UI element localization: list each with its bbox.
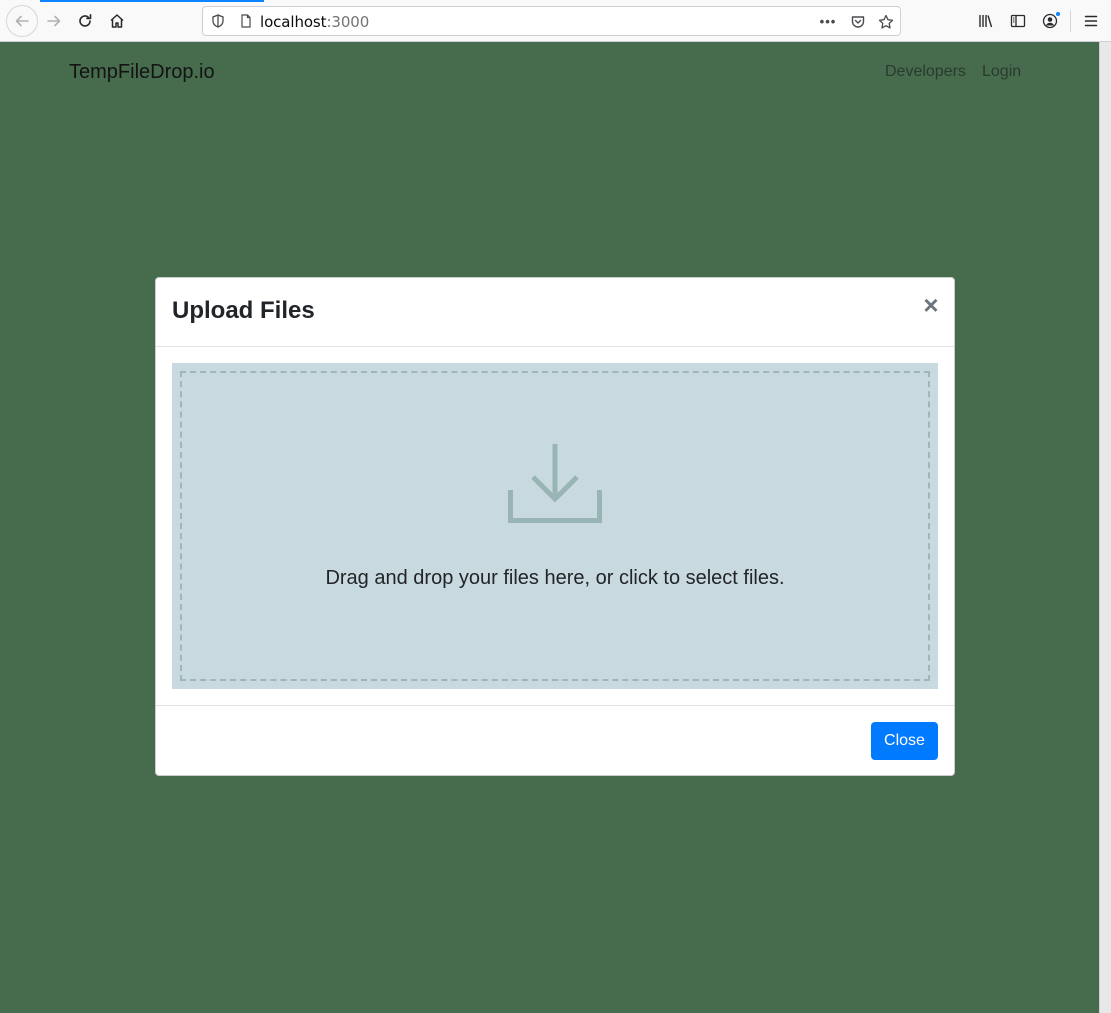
forward-button[interactable] bbox=[40, 7, 68, 35]
url-port: :3000 bbox=[326, 13, 370, 31]
dropzone-dashed-border bbox=[180, 371, 930, 681]
library-icon bbox=[979, 15, 993, 28]
nav-link-developers[interactable]: Developers bbox=[885, 63, 966, 81]
modal-footer: Close bbox=[156, 705, 954, 775]
page-scrollbar[interactable] bbox=[1099, 42, 1111, 1013]
nav-link-login[interactable]: Login bbox=[982, 63, 1021, 81]
star-icon[interactable] bbox=[877, 13, 895, 31]
account-button[interactable] bbox=[1036, 7, 1064, 35]
close-button[interactable]: Close bbox=[871, 722, 938, 760]
active-tab-indicator bbox=[40, 0, 264, 2]
sidebar-button[interactable] bbox=[1004, 7, 1032, 35]
upload-modal: Upload Files × Drag and drop your files … bbox=[155, 277, 955, 776]
arrow-right-icon bbox=[47, 15, 61, 27]
reload-button[interactable] bbox=[71, 7, 99, 35]
hamburger-menu-icon bbox=[1084, 15, 1098, 27]
modal-header: Upload Files × bbox=[156, 278, 954, 347]
back-button[interactable] bbox=[6, 5, 38, 37]
home-icon bbox=[110, 14, 124, 28]
download-icon bbox=[508, 444, 602, 523]
dropzone-instructions: Drag and drop your files here, or click … bbox=[325, 567, 785, 589]
sidebar-icon bbox=[1010, 14, 1026, 28]
library-button[interactable] bbox=[972, 7, 1000, 35]
notification-badge bbox=[1055, 11, 1061, 17]
modal-title: Upload Files bbox=[172, 297, 315, 324]
close-icon[interactable]: × bbox=[920, 292, 942, 318]
file-dropzone[interactable]: Drag and drop your files here, or click … bbox=[172, 363, 938, 689]
page-icon bbox=[241, 14, 251, 28]
reload-icon bbox=[79, 14, 92, 27]
menu-button[interactable] bbox=[1077, 7, 1105, 35]
shield-icon[interactable] bbox=[211, 14, 225, 28]
home-button[interactable] bbox=[103, 7, 131, 35]
url-host: localhost bbox=[260, 13, 327, 31]
more-dots-icon[interactable]: ••• bbox=[819, 12, 837, 30]
site-navbar: TempFileDrop.io Developers Login bbox=[0, 42, 1099, 102]
url-text[interactable]: localhost:3000 bbox=[260, 13, 369, 31]
site-brand[interactable]: TempFileDrop.io bbox=[69, 61, 215, 84]
toolbar-separator bbox=[1070, 10, 1071, 32]
pocket-icon[interactable] bbox=[849, 13, 867, 31]
arrow-left-icon bbox=[15, 15, 29, 27]
url-bar[interactable]: localhost:3000 ••• bbox=[202, 6, 901, 36]
browser-toolbar: localhost:3000 ••• bbox=[0, 0, 1111, 42]
